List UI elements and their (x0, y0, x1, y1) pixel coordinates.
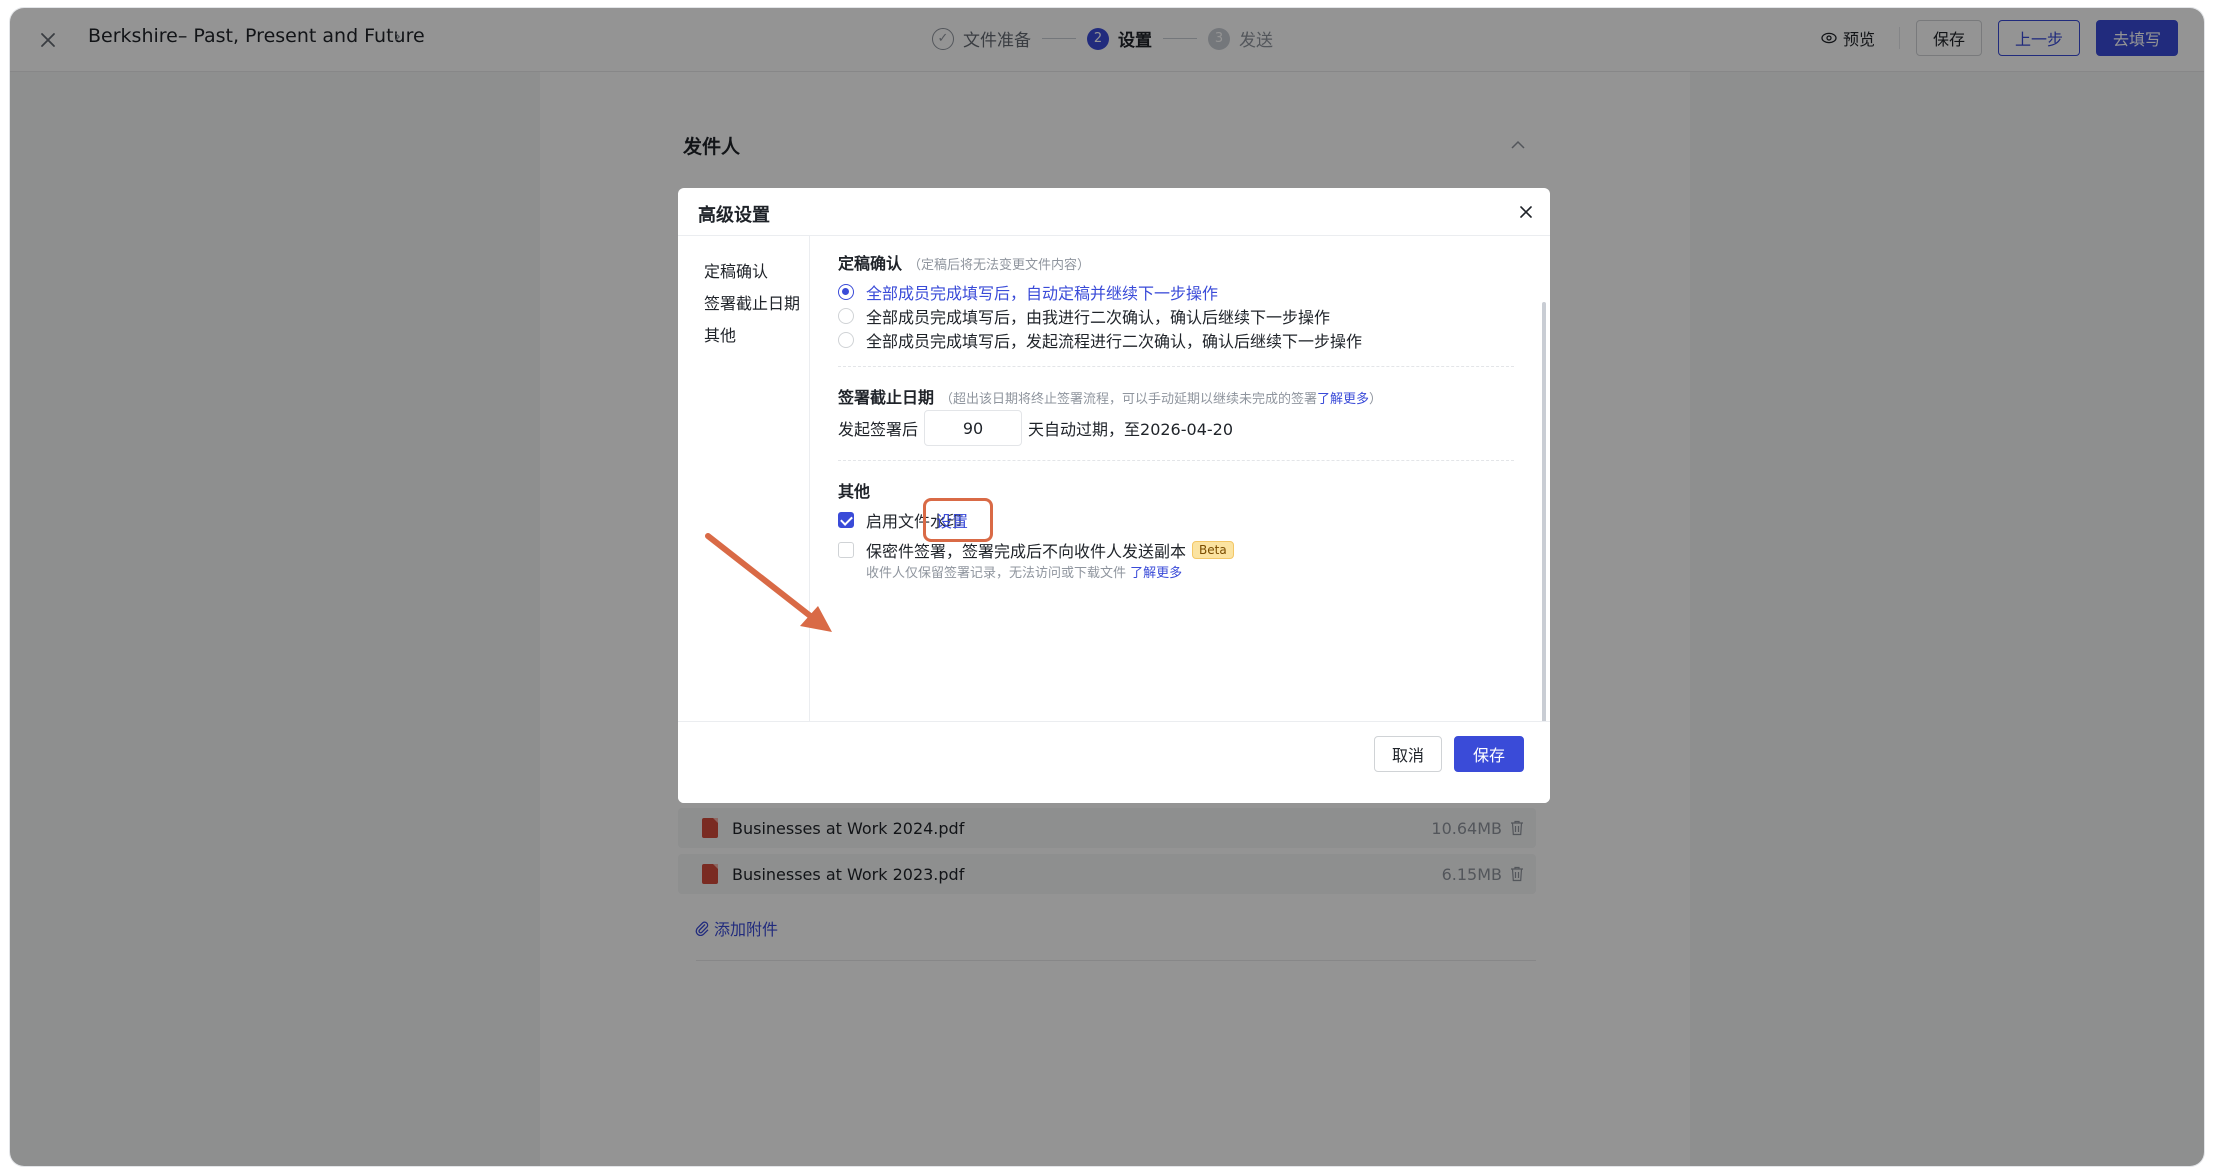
cancel-button[interactable]: 取消 (1374, 736, 1442, 772)
scrollbar[interactable] (1542, 302, 1546, 721)
radio-button[interactable] (838, 284, 854, 300)
dialog-side-nav: 定稿确认 签署截止日期 其他 (678, 236, 810, 721)
advanced-settings-dialog: 高级设置 定稿确认 签署截止日期 其他 定稿确认 （定稿后将无法变更文件内容） 全… (678, 188, 1550, 803)
app-window: Berkshire– Past, Present and Future › ✓ … (10, 8, 2204, 1166)
section-hint: （超出该日期将终止签署流程，可以手动延期以继续未完成的签署了解更多） (940, 392, 1382, 407)
annotation-arrow-icon (705, 533, 832, 632)
finalize-option-self-confirm[interactable]: 全部成员完成填写后，由我进行二次确认，确认后继续下一步操作 (838, 304, 1330, 328)
option-label: 全部成员完成填写后，由我进行二次确认，确认后继续下一步操作 (866, 308, 1331, 327)
note-text: 收件人仅保留签署记录，无法访问或下载文件 (866, 566, 1127, 581)
section-divider (838, 366, 1514, 367)
watermark-checkbox[interactable] (838, 512, 854, 528)
option-label: 全部成员完成填写后，发起流程进行二次确认，确认后继续下一步操作 (866, 332, 1363, 351)
learn-more-link[interactable]: 了解更多 (1317, 392, 1369, 407)
save-button[interactable]: 保存 (1454, 736, 1524, 772)
nav-item-finalize[interactable]: 定稿确认 (704, 258, 768, 282)
confidential-checkbox[interactable] (838, 542, 854, 558)
other-section-title: 其他 (838, 482, 871, 501)
section-title-text: 签署截止日期 (838, 388, 935, 407)
dialog-footer: 取消 保存 (678, 721, 1550, 803)
nav-item-deadline[interactable]: 签署截止日期 (704, 290, 800, 314)
confidential-note: 收件人仅保留签署记录，无法访问或下载文件 了解更多 (866, 562, 1182, 581)
section-divider (838, 460, 1514, 461)
annotation-highlight-box (923, 498, 993, 542)
dialog-body: 定稿确认 （定稿后将无法变更文件内容） 全部成员完成填写后，自动定稿并继续下一步操… (810, 236, 1550, 721)
deadline-prefix: 发起签署后 (838, 420, 919, 439)
close-icon[interactable] (1518, 204, 1534, 220)
confidential-option[interactable]: 保密件签署，签署完成后不向收件人发送副本 Beta (838, 538, 1234, 562)
deadline-row: 发起签署后 天自动过期，至2026-04-20 (838, 410, 1233, 446)
finalize-option-flow-confirm[interactable]: 全部成员完成填写后，发起流程进行二次确认，确认后继续下一步操作 (838, 328, 1362, 352)
option-label: 全部成员完成填写后，自动定稿并继续下一步操作 (866, 284, 1219, 303)
section-title-text: 定稿确认 (838, 254, 903, 273)
deadline-section-title: 签署截止日期 （超出该日期将终止签署流程，可以手动延期以继续未完成的签署了解更多） (838, 384, 1382, 408)
deadline-suffix: 天自动过期，至2026-04-20 (1028, 420, 1234, 439)
radio-button[interactable] (838, 332, 854, 348)
hint-text: （超出该日期将终止签署流程，可以手动延期以继续未完成的签署 (940, 392, 1318, 407)
deadline-days-input[interactable] (924, 410, 1023, 446)
section-hint: （定稿后将无法变更文件内容） (908, 258, 1091, 273)
nav-item-other[interactable]: 其他 (704, 322, 736, 346)
dialog-header: 高级设置 (678, 188, 1550, 236)
beta-badge: Beta (1192, 541, 1234, 559)
confidential-label: 保密件签署，签署完成后不向收件人发送副本 (866, 542, 1187, 561)
radio-button[interactable] (838, 308, 854, 324)
learn-more-link[interactable]: 了解更多 (1130, 566, 1182, 581)
dialog-title: 高级设置 (698, 205, 770, 226)
finalize-option-auto[interactable]: 全部成员完成填写后，自动定稿并继续下一步操作 (838, 280, 1218, 304)
hint-end: ） (1369, 392, 1383, 407)
finalize-section-title: 定稿确认 （定稿后将无法变更文件内容） (838, 250, 1090, 274)
